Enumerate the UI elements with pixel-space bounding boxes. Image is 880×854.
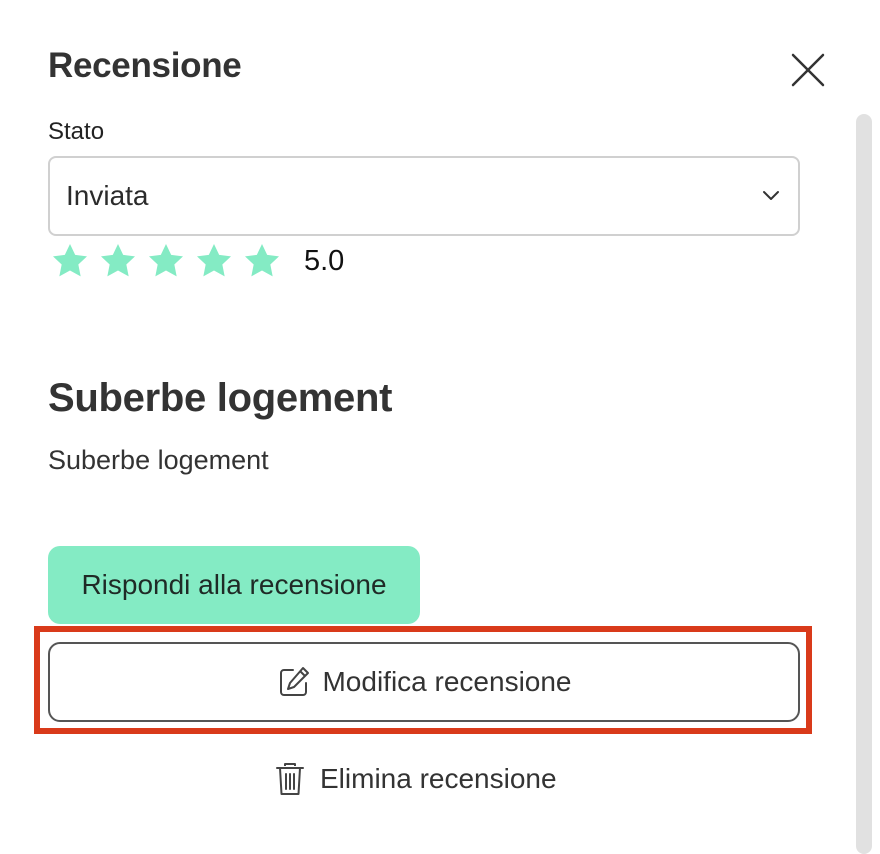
star-icon — [245, 244, 279, 277]
status-select[interactable]: Inviata — [48, 156, 800, 236]
edit-review-button[interactable]: Modifica recensione — [48, 642, 800, 722]
review-title: Suberbe logement — [48, 376, 393, 420]
delete-review-label: Elimina recensione — [320, 763, 557, 794]
reply-button[interactable]: Rispondi alla recensione — [48, 546, 420, 624]
close-button[interactable] — [788, 50, 828, 90]
star-icon — [101, 244, 135, 277]
trash-icon — [276, 763, 304, 795]
scrollbar[interactable] — [856, 114, 872, 854]
panel-title: Recensione — [48, 46, 242, 85]
delete-review-button[interactable]: Elimina recensione — [274, 754, 557, 804]
star-icon — [53, 244, 87, 277]
star-icon — [149, 244, 183, 277]
status-label: Stato — [48, 118, 105, 145]
star-rating: 5.0 — [50, 238, 344, 284]
review-body: Suberbe logement — [48, 445, 269, 475]
status-select-value: Inviata — [66, 180, 149, 211]
stars — [50, 241, 290, 281]
edit-icon — [280, 667, 310, 696]
star-icon — [197, 244, 231, 277]
chevron-down-icon — [760, 185, 782, 207]
close-icon — [791, 53, 825, 87]
edit-review-label: Modifica recensione — [322, 666, 572, 697]
rating-value: 5.0 — [304, 244, 345, 277]
